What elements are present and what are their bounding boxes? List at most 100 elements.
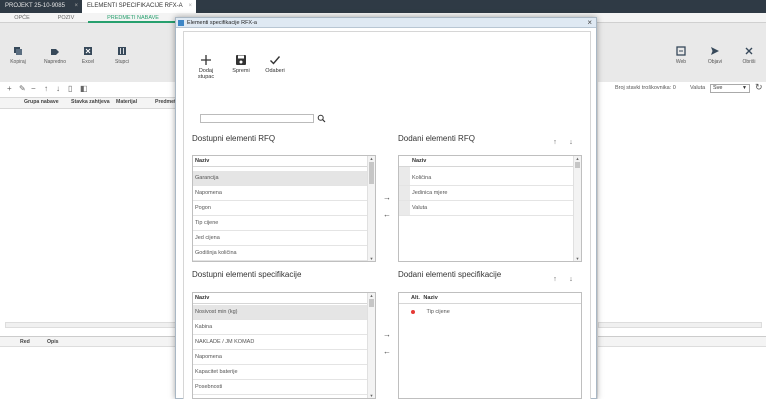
search-input[interactable]	[200, 114, 314, 123]
currency-select-value: Sve	[713, 85, 723, 91]
scroll-thumb[interactable]	[369, 299, 374, 307]
list-item[interactable]: Kapacitet baterije	[193, 365, 367, 380]
order-up-icon[interactable]: ↑	[551, 139, 559, 146]
move-right-icon[interactable]: →	[382, 193, 392, 202]
list-item[interactable]: Valuta	[399, 201, 573, 216]
order-down-icon[interactable]: ↓	[567, 139, 575, 146]
list-item[interactable]: Količina	[399, 171, 573, 186]
move-left-icon[interactable]: ←	[382, 210, 392, 219]
scroll-thumb[interactable]	[575, 162, 580, 168]
trash-icon[interactable]: ▯	[68, 84, 72, 93]
list-item[interactable]: Jed cijena	[193, 231, 367, 246]
tab-elements-close-icon[interactable]: ×	[188, 0, 192, 13]
move-up-icon[interactable]: ↑	[44, 84, 48, 93]
search-icon[interactable]	[317, 114, 326, 123]
added-rfq-header: Naziv	[399, 156, 573, 167]
advanced-button-label: Napredno	[44, 59, 66, 65]
tab-predmeti-nabave[interactable]: PREDMETI NABAVE	[88, 13, 178, 23]
col-stavka-zahtjeva[interactable]: Stavka zahtjeva	[71, 99, 110, 105]
excel-button-label: Excel	[81, 59, 95, 65]
check-icon	[270, 56, 281, 65]
horizontal-scrollbar-right[interactable]	[598, 322, 762, 328]
publish-button-label: Objavi	[707, 59, 723, 65]
edit-icon[interactable]: ✎	[19, 84, 26, 93]
move-right-spec-icon[interactable]: →	[382, 330, 392, 339]
added-rfq-title: Dodani elementi RFQ	[398, 134, 475, 143]
copy-button[interactable]: Kopiraj	[6, 46, 30, 65]
delete-button-label: Obriši	[742, 59, 756, 65]
save-icon	[236, 55, 246, 65]
list-item[interactable]: Napomena	[193, 186, 367, 201]
scroll-up-icon[interactable]: ▲	[368, 156, 375, 161]
list-item[interactable]: Nosivost min (kg)	[193, 305, 367, 320]
currency-select[interactable]: Sve ▼	[710, 84, 750, 93]
save-button[interactable]: Spremi	[226, 54, 256, 74]
list-item[interactable]: NAKLADE / JM KOMAD	[193, 335, 367, 350]
move-left-spec-icon[interactable]: ←	[382, 347, 392, 356]
dialog-body: Dodaj stupac Spremi Odaberi Dostupni ele…	[183, 31, 591, 399]
list-item[interactable]: Garancija	[193, 171, 367, 186]
dialog-title-bar: Elementi specifikacije RFX-a ×	[176, 18, 596, 28]
list-item[interactable]: Tip cijene	[193, 216, 367, 231]
tab-project-close-icon[interactable]: ×	[74, 0, 78, 13]
horizontal-scrollbar[interactable]	[5, 322, 182, 328]
added-spec-header: Alt. Naziv	[399, 293, 581, 304]
list-item[interactable]: Pogon	[193, 201, 367, 216]
list-item[interactable]: Napomena	[193, 350, 367, 365]
excel-button[interactable]: Excel	[76, 46, 100, 65]
tab-project[interactable]: PROJEKT 25-10-9085 ×	[0, 0, 82, 13]
added-rfq-scrollbar[interactable]: ▲ ▼	[573, 156, 581, 261]
send-icon	[711, 47, 719, 55]
copy-button-label: Kopiraj	[10, 59, 26, 65]
advanced-icon	[51, 49, 59, 55]
col-grupa-nabave[interactable]: Grupa nabave	[24, 99, 59, 105]
delete-button[interactable]: Obriši	[737, 46, 761, 65]
col-red[interactable]: Red	[20, 339, 30, 345]
row-count-label: Broj stavki troškovnika: 0	[615, 85, 676, 91]
top-tab-bar: PROJEKT 25-10-9085 × ELEMENTI SPECIFIKAC…	[0, 0, 766, 13]
dialog-title: Elementi specifikacije RFX-a	[187, 20, 257, 26]
list-item[interactable]: Kabina	[193, 320, 367, 335]
refresh-icon[interactable]: ↻	[755, 82, 763, 93]
copy-row-icon[interactable]: ◧	[80, 84, 88, 93]
scroll-thumb[interactable]	[369, 162, 374, 184]
scroll-up-icon[interactable]: ▲	[368, 293, 375, 298]
publish-button[interactable]: Objavi	[703, 46, 727, 65]
scroll-down-icon[interactable]: ▼	[368, 393, 375, 398]
dialog-close-icon[interactable]: ×	[587, 18, 592, 28]
available-rfq-title: Dostupni elementi RFQ	[192, 134, 276, 143]
list-item[interactable]: Tip cijene	[399, 305, 581, 320]
list-item[interactable]: Godišnja količina	[193, 246, 367, 261]
tab-opce[interactable]: OPĆE	[0, 13, 44, 23]
add-row-icon[interactable]: +	[7, 84, 12, 93]
scroll-up-icon[interactable]: ▲	[574, 156, 581, 161]
web-icon	[676, 46, 686, 56]
scroll-down-icon[interactable]: ▼	[368, 256, 375, 261]
web-button[interactable]: Web	[669, 46, 693, 65]
copy-icon	[14, 47, 22, 55]
order-down-spec-icon[interactable]: ↓	[567, 276, 575, 283]
currency-label: Valuta	[690, 85, 706, 91]
available-rfq-header: Naziv	[193, 156, 367, 167]
available-rfq-scrollbar[interactable]: ▲ ▼	[367, 156, 375, 261]
col-materijal[interactable]: Materijal	[116, 99, 137, 105]
col-predmet[interactable]: Predmet	[155, 99, 176, 105]
select-button[interactable]: Odaberi	[260, 54, 290, 74]
move-down-icon[interactable]: ↓	[56, 84, 60, 93]
background-grid	[0, 82, 182, 399]
list-item[interactable]: Posebnosti	[193, 380, 367, 395]
remove-row-icon[interactable]: −	[31, 84, 36, 93]
col-opis[interactable]: Opis	[47, 339, 59, 345]
columns-button[interactable]: Stupci	[110, 46, 134, 65]
added-rfq-list: Naziv Količina Jedinica mjere Valuta ▲ ▼	[398, 155, 582, 262]
add-column-button[interactable]: Dodaj stupac	[191, 54, 221, 80]
tab-elements[interactable]: ELEMENTI SPECIFIKACIJE RFX-A ×	[82, 0, 196, 13]
available-spec-scrollbar[interactable]: ▲ ▼	[367, 293, 375, 398]
advanced-button[interactable]: Napredno	[43, 46, 67, 65]
list-item[interactable]: Jedinica mjere	[399, 186, 573, 201]
added-spec-item-label: Tip cijene	[426, 309, 450, 315]
available-rfq-list: Naziv Garancija Napomena Pogon Tip cijen…	[192, 155, 376, 262]
tab-poziv[interactable]: POZIV	[44, 13, 88, 23]
scroll-down-icon[interactable]: ▼	[574, 256, 581, 261]
order-up-spec-icon[interactable]: ↑	[551, 276, 559, 283]
